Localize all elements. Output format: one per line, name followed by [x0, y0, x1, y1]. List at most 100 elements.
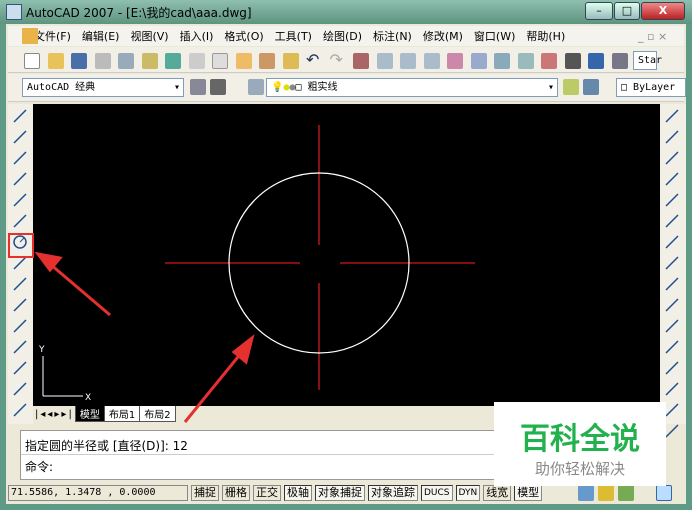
offset-icon[interactable]	[663, 170, 681, 188]
open-icon[interactable]	[47, 52, 64, 69]
calculator-icon[interactable]	[564, 52, 581, 69]
tool-palettes-icon[interactable]	[494, 52, 510, 69]
minimize-button[interactable]: –	[585, 2, 613, 20]
otrack-toggle[interactable]: 对象追踪	[368, 485, 418, 501]
block-editor-icon[interactable]	[282, 52, 299, 69]
match-properties-icon[interactable]	[259, 52, 275, 69]
polyline-icon[interactable]	[11, 149, 29, 167]
globe-icon[interactable]	[165, 52, 181, 69]
construction-line-icon[interactable]	[11, 128, 29, 146]
tab-layout2[interactable]: 布局2	[139, 406, 176, 422]
insert-block-icon[interactable]	[11, 338, 29, 356]
sheet-set-icon[interactable]	[517, 52, 534, 69]
pan-icon[interactable]	[353, 52, 369, 69]
scale-icon[interactable]	[663, 254, 681, 272]
hatch-icon[interactable]	[11, 401, 29, 419]
array-icon[interactable]	[663, 191, 681, 209]
zoom-window-icon[interactable]	[400, 52, 416, 69]
tab-model[interactable]: 模型	[74, 406, 105, 422]
erase-icon[interactable]	[663, 107, 681, 125]
undo-icon[interactable]: ↶	[306, 51, 322, 69]
design-center-icon[interactable]	[470, 52, 487, 69]
menu-view[interactable]: 视图(V)	[130, 28, 168, 44]
menu-modify[interactable]: 修改(M)	[423, 28, 463, 44]
ducs-toggle[interactable]: DUCS	[421, 485, 453, 501]
menu-file[interactable]: 文件(F)	[34, 28, 71, 44]
menu-draw[interactable]: 绘图(D)	[323, 28, 362, 44]
layer-manager-icon[interactable]	[248, 79, 264, 95]
arc-icon[interactable]	[11, 212, 29, 230]
ellipse-arc-icon[interactable]	[11, 317, 29, 335]
comm-center-icon[interactable]	[578, 485, 594, 501]
zoom-previous-icon[interactable]	[423, 52, 440, 69]
maximize-button[interactable]: □	[614, 2, 640, 20]
polygon-icon[interactable]	[11, 170, 29, 188]
print-icon[interactable]	[94, 52, 111, 69]
menu-window[interactable]: 窗口(W)	[474, 28, 515, 44]
trim-icon[interactable]	[663, 296, 681, 314]
break-icon[interactable]	[663, 338, 681, 356]
menu-insert[interactable]: 插入(I)	[180, 28, 214, 44]
workspace-select[interactable]: AutoCAD 经典 ▾	[22, 78, 184, 97]
text-style-combo[interactable]: Star	[633, 51, 662, 70]
paste-icon[interactable]	[235, 52, 252, 69]
save-icon[interactable]	[71, 52, 87, 69]
ucs-icon: Y X	[38, 345, 91, 403]
redo-icon[interactable]: ↷	[330, 51, 346, 69]
make-block-icon[interactable]	[11, 359, 29, 377]
publish-icon[interactable]	[141, 52, 158, 69]
clean-screen-icon[interactable]	[656, 485, 672, 501]
model-toggle[interactable]: 模型	[514, 485, 543, 501]
modify-toolbar	[660, 104, 686, 438]
ucs-x-label: X	[85, 393, 91, 403]
workspace-settings-icon[interactable]	[190, 79, 206, 95]
copy-icon[interactable]	[212, 52, 228, 69]
tab-layout1[interactable]: 布局1	[103, 406, 141, 422]
tray-settings-icon[interactable]	[618, 485, 634, 501]
markup-icon[interactable]	[541, 52, 557, 69]
spline-icon[interactable]	[11, 275, 29, 293]
new-icon[interactable]	[24, 52, 40, 69]
menu-format[interactable]: 格式(O)	[224, 28, 263, 44]
preview-icon[interactable]	[118, 52, 134, 69]
polar-toggle[interactable]: 极轴	[284, 485, 312, 501]
color-select[interactable]: □ ByLayer	[616, 78, 686, 97]
line-icon[interactable]	[11, 107, 29, 125]
properties-icon[interactable]	[447, 52, 463, 69]
extend-icon[interactable]	[663, 317, 681, 335]
osnap-toggle[interactable]: 对象捕捉	[315, 485, 365, 501]
dyn-toggle[interactable]: DYN	[455, 485, 481, 501]
drawing-canvas[interactable]: Y X	[33, 104, 660, 406]
lock-icon[interactable]	[598, 485, 614, 501]
layer-previous-icon[interactable]	[583, 79, 599, 95]
text-style-icon[interactable]	[611, 52, 628, 69]
menu-edit[interactable]: 编辑(E)	[82, 28, 120, 44]
rectangle-icon[interactable]	[11, 191, 29, 209]
snap-toggle[interactable]: 捕捉	[191, 485, 219, 501]
lineweight-toggle[interactable]: 线宽	[483, 485, 512, 501]
cut-icon[interactable]	[188, 52, 205, 69]
ellipse-icon[interactable]	[11, 296, 29, 314]
layer-select[interactable]: 💡●●□ 粗实线 ▾	[266, 78, 558, 97]
ortho-toggle[interactable]: 正交	[253, 485, 281, 501]
autocad-app-icon[interactable]	[6, 4, 22, 20]
tab-nav-arrows[interactable]: |◂◂▸▸|	[33, 409, 76, 420]
copy-icon[interactable]	[663, 128, 681, 146]
menu-tools[interactable]: 工具(T)	[275, 28, 312, 44]
zoom-realtime-icon[interactable]	[376, 52, 393, 69]
make-current-layer-icon[interactable]	[563, 79, 579, 95]
point-icon[interactable]	[11, 380, 29, 398]
close-button[interactable]: X	[641, 2, 685, 20]
mirror-icon[interactable]	[663, 149, 681, 167]
stretch-icon[interactable]	[663, 275, 681, 293]
join-icon[interactable]	[663, 359, 681, 377]
help-icon[interactable]	[588, 52, 604, 69]
my-workspace-icon[interactable]	[210, 79, 226, 95]
doc-window-controls[interactable]: _ ▫ ×	[638, 30, 667, 43]
menu-help[interactable]: 帮助(H)	[526, 28, 565, 44]
rotate-icon[interactable]	[663, 233, 681, 251]
move-icon[interactable]	[663, 212, 681, 230]
chamfer-icon[interactable]	[663, 380, 681, 398]
grid-toggle[interactable]: 栅格	[222, 485, 250, 501]
menu-dimension[interactable]: 标注(N)	[373, 28, 412, 44]
